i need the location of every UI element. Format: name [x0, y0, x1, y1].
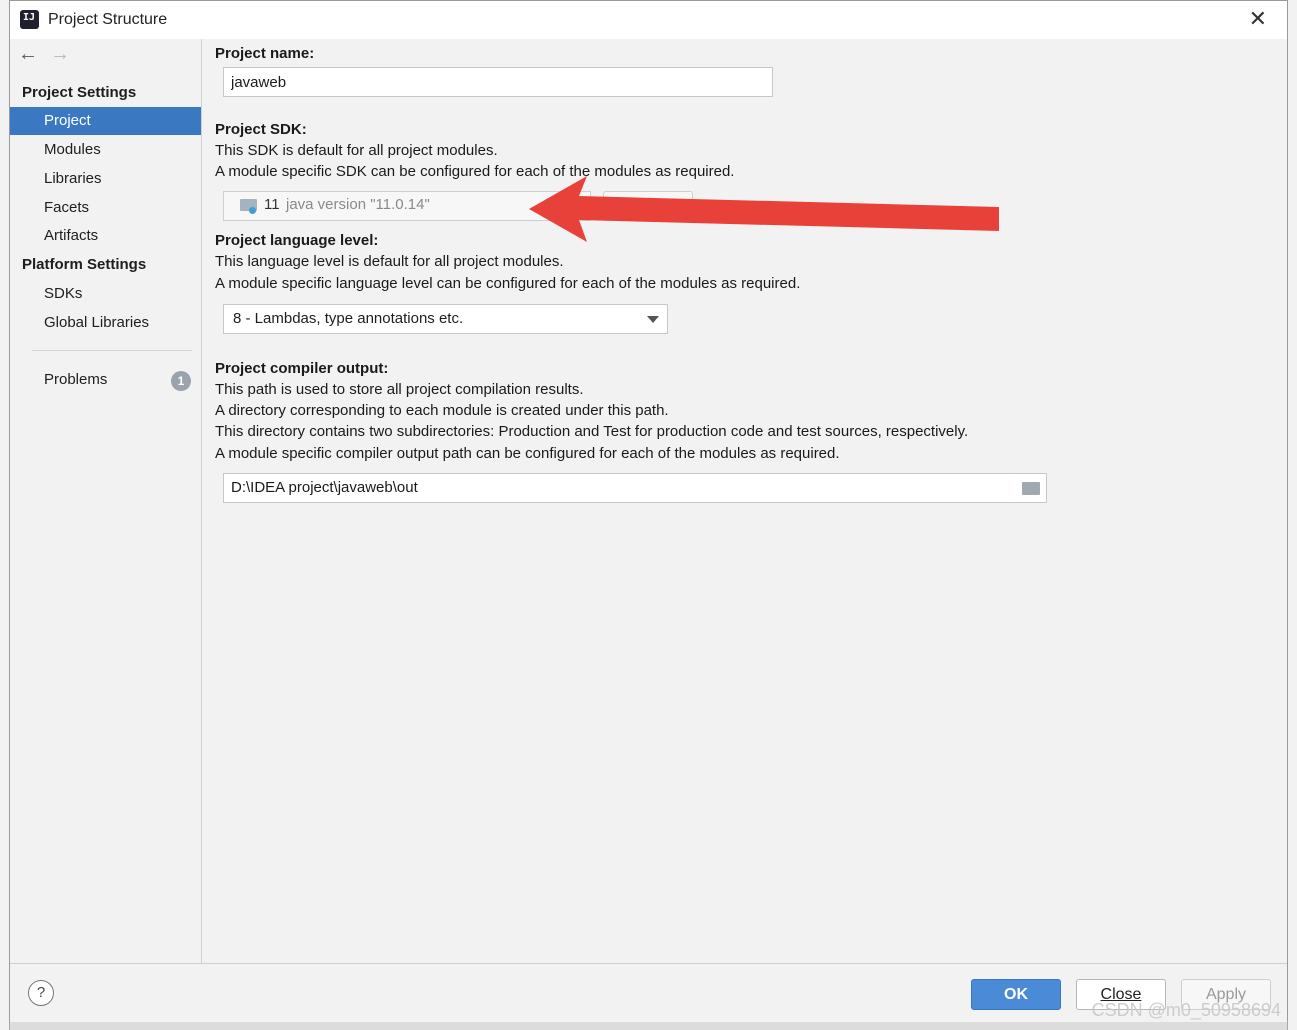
window-title: Project Structure	[48, 11, 168, 28]
nav-arrows: ← →	[18, 43, 82, 66]
red-arrow-shape	[529, 176, 999, 242]
language-level-desc-2: A module specific language level can be …	[215, 275, 801, 292]
problems-label: Problems	[44, 371, 108, 388]
compiler-output-desc-2: A directory corresponding to each module…	[215, 402, 669, 419]
compiler-output-desc-3: This directory contains two subdirectori…	[215, 423, 969, 440]
sidebar-item-libraries[interactable]: Libraries	[10, 165, 201, 193]
folder-browse-icon[interactable]	[1022, 482, 1040, 495]
language-level-selected: 8 - Lambdas, type annotations etc.	[233, 310, 464, 327]
compiler-output-label: Project compiler output:	[215, 360, 389, 377]
project-name-input[interactable]	[223, 67, 773, 97]
language-level-desc-1: This language level is default for all p…	[215, 253, 564, 270]
back-arrow-icon[interactable]: ←	[18, 43, 50, 66]
project-sdk-desc-1: This SDK is default for all project modu…	[215, 142, 498, 159]
csdn-watermark: CSDN @m0_50958694	[1091, 1000, 1281, 1020]
project-settings-header: Project Settings	[22, 84, 137, 101]
compiler-output-desc-4: A module specific compiler output path c…	[215, 445, 840, 462]
sdk-version: java version "11.0.14"	[286, 196, 430, 213]
annotation-arrow	[529, 176, 999, 242]
sdk-number: 11	[264, 196, 280, 213]
sidebar-item-sdks[interactable]: SDKs	[10, 280, 201, 308]
sidebar-item-problems[interactable]: Problems 1	[10, 366, 201, 394]
sidebar-item-modules[interactable]: Modules	[10, 136, 201, 164]
sidebar-item-project[interactable]: Project	[10, 107, 201, 135]
platform-settings-header: Platform Settings	[22, 256, 147, 273]
background-ide-right	[1287, 0, 1297, 1030]
help-icon[interactable]: ?	[28, 980, 54, 1006]
sdk-folder-icon	[240, 199, 257, 214]
sidebar-divider	[32, 350, 192, 351]
forward-arrow-icon[interactable]: →	[50, 43, 82, 66]
project-name-label: Project name:	[215, 45, 315, 62]
title-bar: IJ Project Structure ✕	[10, 1, 1287, 39]
project-structure-dialog: IJ Project Structure ✕ ← → Project Settin…	[9, 0, 1288, 1022]
sidebar-item-facets[interactable]: Facets	[10, 194, 201, 222]
sidebar: ← → Project Settings Project Modules Libr…	[10, 39, 202, 963]
compiler-output-path-input[interactable]: D:\IDEA project\javaweb\out	[223, 473, 1047, 503]
sidebar-item-global-libraries[interactable]: Global Libraries	[10, 309, 201, 337]
problems-count-badge: 1	[171, 371, 191, 391]
app-icon: IJ	[17, 7, 39, 29]
language-level-dropdown[interactable]: 8 - Lambdas, type annotations etc.	[223, 304, 668, 334]
sidebar-item-artifacts[interactable]: Artifacts	[10, 222, 201, 250]
compiler-output-desc-1: This path is used to store all project c…	[215, 381, 584, 398]
close-icon[interactable]: ✕	[1249, 7, 1267, 31]
project-sdk-label: Project SDK:	[215, 121, 307, 138]
language-level-label: Project language level:	[215, 232, 379, 249]
compiler-output-path: D:\IDEA project\javaweb\out	[231, 479, 418, 496]
dropdown-caret-icon	[647, 316, 659, 323]
ok-button[interactable]: OK	[971, 979, 1061, 1010]
